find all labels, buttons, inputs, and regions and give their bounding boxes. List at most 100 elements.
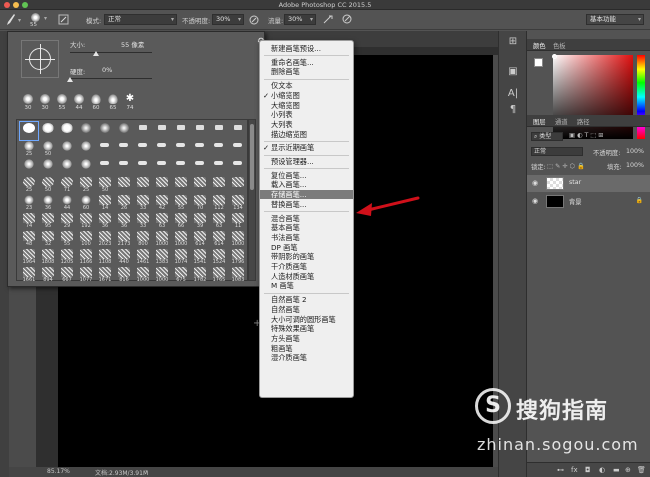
menu-item[interactable]: 复位画笔... — [260, 171, 353, 180]
brush-preset-cell[interactable]: 1524 — [210, 248, 228, 266]
brush-preset-cell[interactable]: 667 — [58, 266, 76, 284]
brush-grid-scrollbar[interactable] — [248, 119, 256, 281]
brush-preset-cell[interactable] — [191, 158, 209, 176]
workspace-select[interactable]: 基本功能 ▾ — [586, 14, 644, 25]
brush-preset-cell[interactable]: 100 — [77, 230, 95, 248]
delete-layer-icon[interactable]: 🗑 — [637, 466, 646, 474]
brush-preset-cell[interactable]: 63 — [210, 212, 228, 230]
brush-preset-cell[interactable]: 192 — [77, 212, 95, 230]
brush-preset-cell[interactable]: 1074 — [172, 248, 190, 266]
brush-preset-cell[interactable]: 14 — [96, 194, 114, 212]
layer-opacity-value[interactable]: 100% — [626, 148, 644, 155]
brush-angle-preview[interactable] — [21, 40, 59, 78]
brush-preset-cell[interactable] — [77, 122, 95, 140]
fill-value[interactable]: 100% — [626, 162, 644, 169]
eye-icon[interactable]: ◉ — [532, 179, 538, 187]
menu-item[interactable]: M 画笔 — [260, 281, 353, 290]
brush-preset-cell[interactable]: 1461 — [134, 248, 152, 266]
brush-preset-cell[interactable] — [172, 122, 190, 140]
brush-hardness-value[interactable]: 0% — [102, 66, 112, 74]
menu-item[interactable]: 大缩览图 — [260, 101, 353, 110]
menu-item[interactable]: 重命名画笔... — [260, 58, 353, 67]
brush-size-preset[interactable]: 55 ▾ — [27, 13, 53, 28]
brush-preset-cell[interactable] — [134, 176, 152, 194]
brush-preset-cell[interactable] — [172, 176, 190, 194]
brush-preset-cell[interactable]: 1000 — [229, 230, 247, 248]
brush-preset-cell[interactable]: 800 — [134, 230, 152, 248]
layer-row[interactable]: ◉ star — [527, 175, 650, 192]
menu-item[interactable]: 基本画笔 — [260, 223, 353, 232]
brush-preset-cell[interactable] — [191, 122, 209, 140]
brush-preset-cell[interactable]: 1166 — [77, 248, 95, 266]
brush-preset-cell[interactable]: 894 — [39, 266, 57, 284]
tab-channels[interactable]: 通道 — [555, 117, 568, 126]
menu-item[interactable]: 描边缩览图 — [260, 130, 353, 139]
menu-item[interactable]: 存储画笔... — [260, 190, 353, 200]
brush-preset-cell[interactable]: 23 — [20, 194, 38, 212]
brush-preset-cell[interactable]: 614 — [210, 230, 228, 248]
brush-preset-cell[interactable]: 11 — [229, 212, 247, 230]
brush-preset-cell[interactable] — [77, 140, 95, 158]
brush-preset-cell[interactable]: 55 — [172, 194, 190, 212]
recent-brush-preset[interactable]: 30 — [21, 94, 35, 111]
brush-preset-cell[interactable] — [229, 158, 247, 176]
menu-item[interactable]: 干介质画笔 — [260, 262, 353, 271]
new-layer-icon[interactable]: ⊕ — [625, 466, 631, 474]
tab-color[interactable]: 颜色 — [533, 41, 546, 50]
opacity-input[interactable]: 30% ▾ — [212, 14, 244, 25]
brush-preset-cell[interactable]: 2173 — [115, 230, 133, 248]
brush-preset-cell[interactable]: 42 — [153, 194, 171, 212]
brush-preset-cell[interactable]: 66 — [172, 212, 190, 230]
brush-preset-cell[interactable]: 32 — [39, 230, 57, 248]
menu-item[interactable]: 载入画笔... — [260, 180, 353, 189]
brush-preset-cell[interactable]: 95 — [39, 212, 57, 230]
brush-presets-icon[interactable]: ▣ — [506, 65, 520, 79]
menu-item[interactable]: 书法画笔 — [260, 233, 353, 242]
brush-preset-cell[interactable] — [210, 158, 228, 176]
menu-item[interactable]: 自然画笔 2 — [260, 295, 353, 304]
brush-preset-cell[interactable] — [229, 176, 247, 194]
zoom-level[interactable]: 85.17% — [47, 468, 70, 475]
brush-preset-cell[interactable]: 112 — [210, 194, 228, 212]
color-picker-marker[interactable] — [552, 54, 557, 59]
brush-preset-cell[interactable] — [115, 140, 133, 158]
recent-brush-preset[interactable]: 44 — [72, 94, 86, 111]
adjustment-layer-icon[interactable]: ◐ — [599, 466, 605, 474]
brush-preset-cell[interactable]: 675 — [172, 266, 190, 284]
menu-item[interactable]: 大列表 — [260, 120, 353, 129]
menu-item[interactable]: ✓ 小缩览图 — [260, 91, 353, 100]
brush-preset-cell[interactable]: 48 — [20, 230, 38, 248]
brush-preset-cell[interactable]: 63 — [153, 212, 171, 230]
brush-preset-cell[interactable] — [210, 140, 228, 158]
brush-preset-cell[interactable]: 1000 — [134, 266, 152, 284]
eye-icon[interactable]: ◉ — [532, 197, 538, 205]
menu-item[interactable]: 仅文本 — [260, 81, 353, 90]
tab-paths[interactable]: 路径 — [577, 117, 590, 126]
brush-preset-cell[interactable] — [19, 121, 39, 141]
brush-preset-cell[interactable] — [191, 176, 209, 194]
brush-preset-cell[interactable] — [153, 122, 171, 140]
brush-preset-cell[interactable]: 1661 — [20, 266, 38, 284]
brush-preset-cell[interactable]: 60 — [77, 194, 95, 212]
brush-preset-cell[interactable]: 1383 — [153, 248, 171, 266]
brush-preset-cell[interactable]: 36 — [115, 212, 133, 230]
menu-item[interactable]: 特殊效果画笔 — [260, 324, 353, 333]
brush-preset-cell[interactable]: 134 — [229, 194, 247, 212]
brush-preset-cell[interactable] — [134, 158, 152, 176]
menu-item[interactable]: 方头画笔 — [260, 334, 353, 343]
menu-item[interactable]: 粗画笔 — [260, 344, 353, 353]
brush-preset-cell[interactable]: 36 — [39, 194, 57, 212]
menu-item[interactable]: 带阴影的画笔 — [260, 252, 353, 261]
brush-preset-cell[interactable]: 1000 — [153, 266, 171, 284]
brush-preset-cell[interactable]: 1108 — [96, 248, 114, 266]
brush-preset-cell[interactable]: 440 — [115, 248, 133, 266]
brush-preset-cell[interactable] — [115, 122, 133, 140]
brush-preset-cell[interactable]: 1782 — [191, 266, 209, 284]
brush-preset-cell[interactable] — [96, 122, 114, 140]
brush-preset-cell[interactable]: 74 — [20, 212, 38, 230]
status-menu-chevron-icon[interactable]: › — [145, 468, 147, 475]
brush-preset-cell[interactable] — [77, 158, 95, 176]
tab-swatches[interactable]: 色板 — [553, 41, 566, 50]
pressure-opacity-icon[interactable] — [249, 15, 259, 25]
pressure-size-icon[interactable] — [342, 14, 353, 25]
